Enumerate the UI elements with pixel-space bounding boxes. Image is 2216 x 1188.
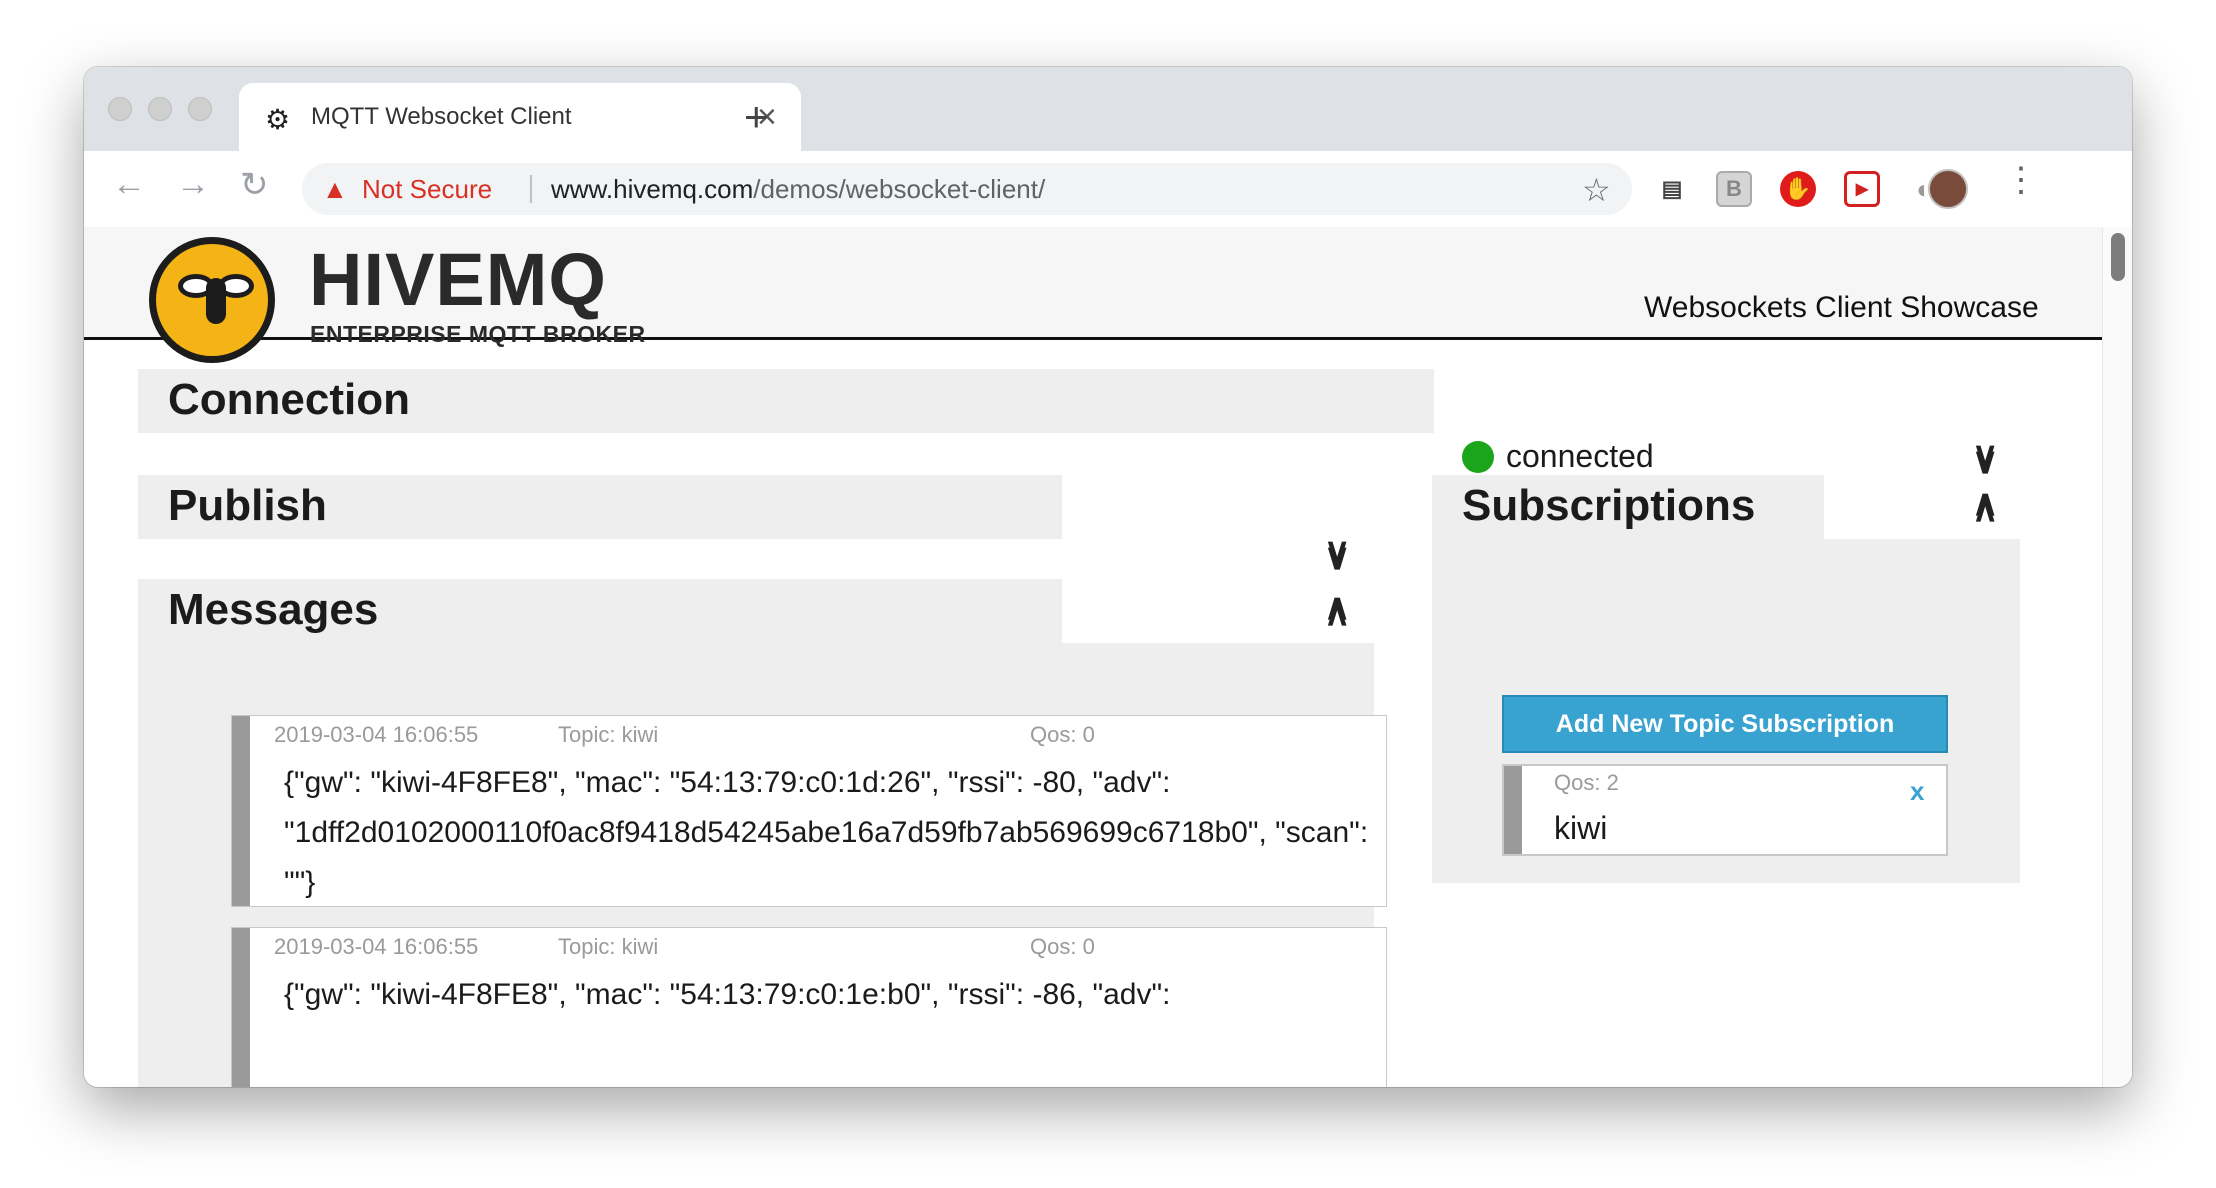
back-arrow-icon[interactable]: ← — [112, 165, 146, 204]
scrollbar-thumb[interactable] — [2111, 233, 2125, 281]
new-tab-button[interactable]: + — [744, 93, 769, 141]
browser-toolbar: ← → ↻ ▲ Not Secure www.hivemq.com/demos/… — [84, 151, 2132, 228]
collapse-subscriptions-chevron-icon[interactable]: ∧ ∧ — [1972, 485, 1998, 557]
close-window-button[interactable] — [108, 97, 132, 121]
publish-title: Publish — [168, 481, 327, 530]
url-path: /demos/websocket-client/ — [753, 174, 1046, 204]
browser-tab[interactable]: ⚙ MQTT Websocket Client × — [239, 83, 801, 151]
add-topic-subscription-button[interactable]: Add New Topic Subscription — [1502, 695, 1948, 753]
address-bar[interactable]: ▲ Not Secure www.hivemq.com/demos/websoc… — [302, 163, 1632, 215]
subscription-qos: Qos: 2 — [1554, 770, 1619, 795]
message-item: 2019-03-04 16:06:55 Topic: kiwi Qos: 0 {… — [231, 927, 1387, 1087]
reload-icon[interactable]: ↻ — [240, 165, 269, 205]
message-topic: Topic: kiwi — [558, 934, 659, 959]
message-payload: {"gw": "kiwi-4F8FE8", "mac": "54:13:79:c… — [284, 766, 1369, 899]
warning-triangle-icon: ▲ — [322, 174, 348, 204]
minimize-window-button[interactable] — [148, 97, 172, 121]
message-topic: Topic: kiwi — [558, 722, 659, 747]
ghostery-extension-icon[interactable]: ▤ — [1654, 171, 1690, 207]
message-payload: {"gw": "kiwi-4F8FE8", "mac": "54:13:79:c… — [284, 978, 1171, 1011]
video-extension-icon[interactable]: ▶ — [1844, 171, 1880, 207]
subscription-topic: kiwi — [1554, 810, 1608, 846]
bookmark-star-icon[interactable]: ☆ — [1582, 171, 1611, 209]
message-timestamp: 2019-03-04 16:06:55 — [274, 722, 479, 747]
message-item: 2019-03-04 16:06:55 Topic: kiwi Qos: 0 {… — [231, 715, 1387, 907]
remove-subscription-icon[interactable]: x — [1910, 776, 1924, 807]
subscriptions-title: Subscriptions — [1462, 481, 1756, 530]
logo-tagline: ENTERPRISE MQTT BROKER — [310, 321, 646, 347]
security-label[interactable]: Not Secure — [362, 174, 492, 205]
url-host: www.hivemq.com — [551, 174, 754, 204]
subscription-stripe — [1504, 766, 1522, 854]
connection-status-indicator — [1462, 441, 1494, 473]
tab-strip: ⚙ MQTT Websocket Client × + — [84, 67, 2132, 151]
omnibox-divider — [530, 175, 532, 203]
page-scrollbar[interactable] — [2102, 227, 2132, 1087]
hivemq-logo-icon[interactable] — [149, 237, 275, 363]
url-text[interactable]: www.hivemq.com/demos/websocket-client/ — [551, 174, 1045, 205]
bee-body — [206, 278, 226, 324]
menu-icon[interactable]: ⋮ — [2004, 163, 2038, 197]
message-stripe — [232, 716, 250, 906]
forward-arrow-icon[interactable]: → — [176, 165, 210, 204]
logo-wordmark: HIVEMQ — [309, 238, 607, 321]
connection-status-text: connected — [1506, 438, 1654, 474]
messages-panel: Messages ∧ ∧ 2019-03-04 16:06:55 Topic: k… — [138, 579, 1387, 1087]
message-stripe — [232, 928, 250, 1087]
adblock-extension-icon[interactable]: ✋ — [1780, 171, 1816, 207]
bee-icon: ⚙ — [265, 104, 291, 135]
messages-title: Messages — [168, 585, 379, 634]
message-qos: Qos: 0 — [1030, 722, 1095, 747]
message-qos: Qos: 0 — [1030, 934, 1095, 959]
subscription-item[interactable]: Qos: 2 kiwi x — [1502, 764, 1948, 856]
page-content: HIVEMQ ENTERPRISE MQTT BROKER Websockets… — [84, 227, 2132, 1087]
browser-window: ⚙ MQTT Websocket Client × + ← → ↻ ▲ Not … — [84, 67, 2132, 1087]
site-header: HIVEMQ ENTERPRISE MQTT BROKER Websockets… — [84, 227, 2102, 363]
message-timestamp: 2019-03-04 16:06:55 — [274, 934, 479, 959]
header-title: Websockets Client Showcase — [1644, 291, 2039, 324]
connection-title: Connection — [168, 375, 410, 424]
collapse-messages-chevron-icon[interactable]: ∧ ∧ — [1324, 589, 1350, 661]
zoom-window-button[interactable] — [188, 97, 212, 121]
connection-section-header[interactable]: Connection — [138, 369, 1434, 433]
b-extension-icon[interactable]: B — [1716, 171, 1752, 207]
profile-avatar[interactable] — [1928, 169, 1968, 209]
publish-section-header[interactable]: Publish — [138, 475, 1062, 539]
tab-title: MQTT Websocket Client — [311, 103, 572, 130]
